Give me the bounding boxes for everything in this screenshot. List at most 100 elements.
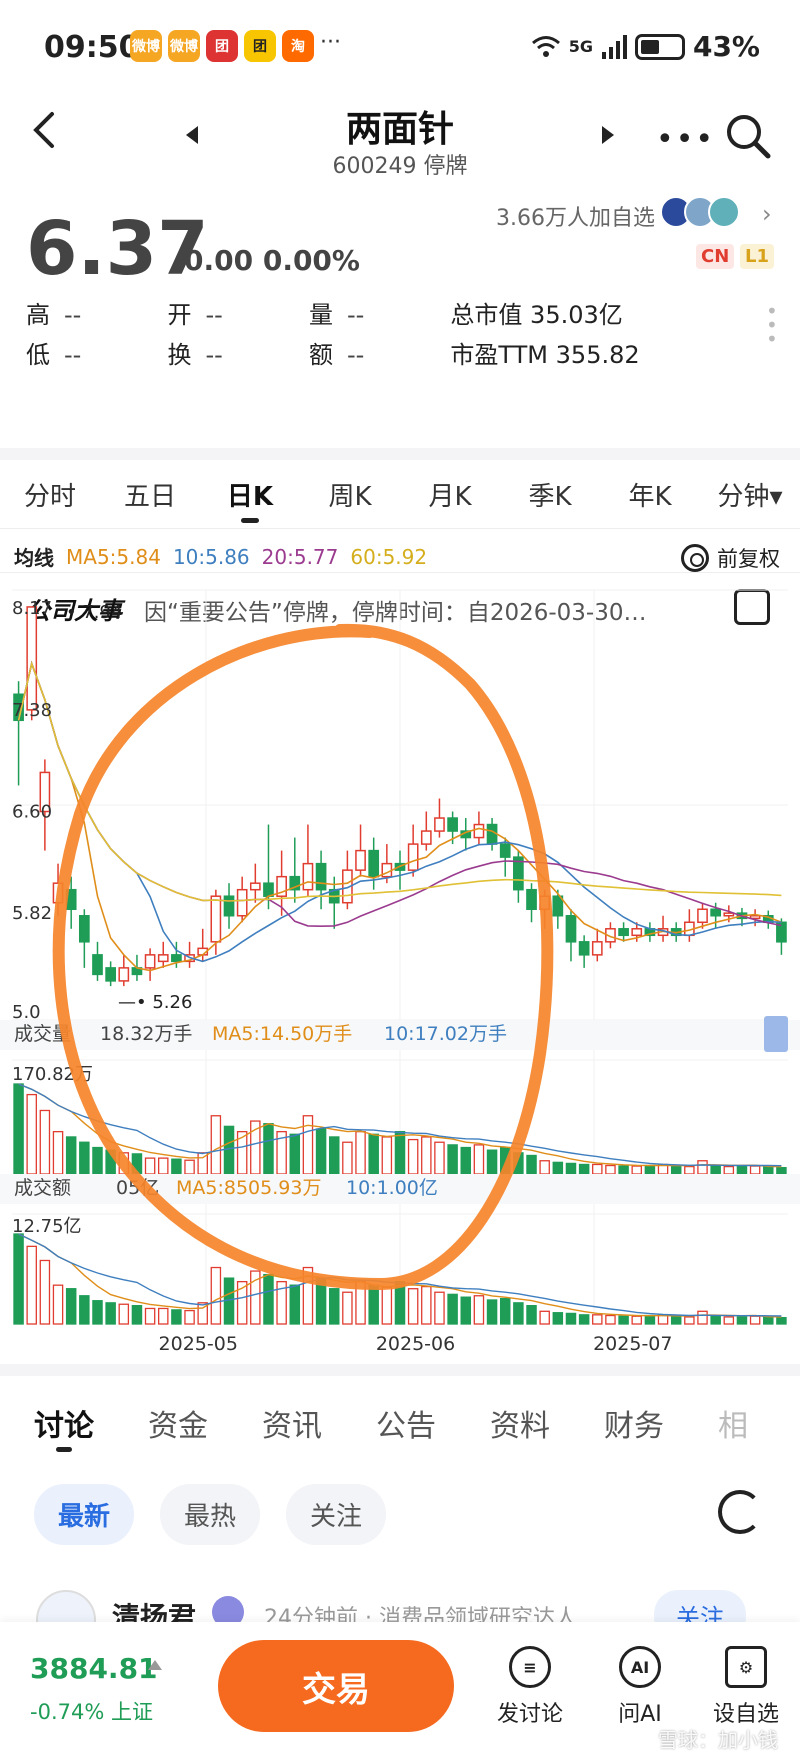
stock-header: 两面针 600249 停牌 ••• bbox=[0, 92, 800, 182]
candle-body bbox=[78, 915, 90, 943]
candle-body bbox=[315, 862, 327, 891]
amount-bar bbox=[144, 1307, 156, 1325]
collapse-tab bbox=[764, 1016, 788, 1052]
high-marker-label: • 7.94 bbox=[66, 602, 122, 623]
follow-button[interactable]: 关注 bbox=[654, 1590, 746, 1626]
tab-announcements[interactable]: 公告 bbox=[376, 1401, 436, 1445]
x-axis-label: 2025-05 bbox=[159, 1333, 238, 1354]
stat-label: 低 bbox=[26, 340, 50, 369]
more-icon[interactable]: ••• bbox=[656, 122, 715, 157]
candle-body bbox=[486, 823, 498, 845]
signal-icon bbox=[601, 34, 627, 59]
volume-bar bbox=[39, 1109, 51, 1175]
ma-label: 均线 bbox=[14, 546, 54, 570]
tab-minute[interactable]: 分钟▾ bbox=[700, 476, 800, 513]
search-icon[interactable] bbox=[724, 112, 772, 160]
ma5-value: MA5:5.84 bbox=[66, 544, 161, 569]
tab-news[interactable]: 资讯 bbox=[262, 1401, 322, 1445]
amount-bar bbox=[565, 1312, 577, 1325]
amount-bar bbox=[592, 1314, 603, 1325]
ask-ai-button[interactable]: AI 问AI bbox=[598, 1646, 682, 1728]
index-change[interactable]: -0.74% 上证 bbox=[30, 1696, 153, 1726]
comment-icon: ≡ bbox=[509, 1646, 551, 1688]
volume-bar bbox=[315, 1128, 327, 1175]
tab-yearly-k[interactable]: 年K bbox=[600, 476, 700, 513]
volume-bar bbox=[460, 1146, 472, 1175]
tab-weekly-k[interactable]: 周K bbox=[300, 476, 400, 513]
amount-bar bbox=[118, 1303, 130, 1325]
ma10-value: 10:5.86 bbox=[172, 544, 250, 569]
filter-latest[interactable]: 最新 bbox=[34, 1484, 135, 1545]
tab-quarterly-k[interactable]: 季K bbox=[500, 476, 600, 513]
tab-profile[interactable]: 资料 bbox=[490, 1401, 550, 1445]
candle-body bbox=[355, 849, 366, 871]
stat-label: 市盈TTM bbox=[450, 340, 549, 369]
amount-bar bbox=[434, 1291, 445, 1325]
kline-svg[interactable]: 8.17 • 7.947.386.605.82—• 5.265.0成交量 18.32… bbox=[0, 584, 800, 1354]
candle-body bbox=[302, 862, 314, 891]
adjust-button[interactable]: 前复权 bbox=[681, 543, 780, 573]
kline-chart[interactable]: 8.17 • 7.94 7.38 6.60 5.82 —• 5.26 5.0 成交量 18.32… bbox=[0, 584, 800, 1354]
post-discussion-button[interactable]: ≡ 发讨论 bbox=[488, 1646, 572, 1728]
amount-bar bbox=[684, 1316, 695, 1325]
stat-value: -- bbox=[346, 300, 365, 329]
volume-bar bbox=[565, 1162, 577, 1175]
chevron-right-icon[interactable]: › bbox=[762, 200, 772, 228]
expand-dots-icon[interactable]: • • • bbox=[766, 301, 778, 349]
add-watchlist-button[interactable]: ⚙ 设自选 bbox=[704, 1646, 788, 1728]
amount-bar bbox=[328, 1288, 340, 1325]
tab-daily-k[interactable]: 日K bbox=[200, 476, 300, 523]
volume-bar bbox=[684, 1165, 695, 1175]
volume-bar bbox=[763, 1165, 774, 1175]
ma20-value: 20:5.77 bbox=[261, 544, 339, 569]
follower-avatars[interactable] bbox=[660, 196, 740, 228]
candle-body bbox=[499, 843, 511, 858]
filter-hot[interactable]: 最热 bbox=[160, 1484, 261, 1545]
tab-discussion[interactable]: 讨论 bbox=[34, 1401, 94, 1452]
volume-bar bbox=[210, 1115, 222, 1175]
amount-bar bbox=[39, 1259, 51, 1325]
volume-bar bbox=[736, 1165, 748, 1175]
discussion-filters: 最新 最热 关注 bbox=[34, 1484, 387, 1545]
amount-bar bbox=[473, 1295, 485, 1325]
candle-body bbox=[434, 817, 445, 832]
amount-bar bbox=[263, 1273, 274, 1325]
amount-bar bbox=[644, 1314, 656, 1325]
stat-value: -- bbox=[64, 340, 82, 369]
stat-value: -- bbox=[346, 340, 365, 369]
avatar[interactable] bbox=[36, 1590, 96, 1626]
amount-ma5: MA5:8505.93万 bbox=[176, 1177, 321, 1199]
amount-bar bbox=[763, 1316, 774, 1325]
stat-value: 355.82 bbox=[555, 340, 640, 369]
stat-value: -- bbox=[205, 340, 223, 369]
adjust-label: 前复权 bbox=[717, 547, 780, 571]
content-tabs: 讨论 资金 资讯 公告 资料 财务 相 bbox=[0, 1388, 800, 1458]
follow-count[interactable]: 3.66万人加自选 bbox=[496, 200, 655, 232]
volume-bar bbox=[526, 1154, 537, 1175]
candle-body bbox=[697, 908, 708, 924]
candle-body bbox=[618, 928, 629, 937]
volume-bar bbox=[447, 1144, 458, 1175]
tab-fenshi[interactable]: 分时 bbox=[0, 476, 100, 513]
tab-funds[interactable]: 资金 bbox=[148, 1401, 208, 1445]
low-marker-label: —• 5.26 bbox=[118, 992, 192, 1013]
post-item[interactable]: 清扬君 24分钟前 · 消费品领域研究达人 关注 bbox=[0, 1586, 800, 1626]
trade-button[interactable]: 交易 bbox=[218, 1640, 454, 1732]
tab-finance[interactable]: 财务 bbox=[604, 1401, 664, 1445]
next-stock-icon[interactable] bbox=[602, 126, 614, 144]
price-tick-label: 5.0 bbox=[12, 1002, 41, 1023]
tab-monthly-k[interactable]: 月K bbox=[400, 476, 500, 513]
section-divider bbox=[0, 1364, 800, 1376]
volume-ma10: 10:17.02万手 bbox=[384, 1023, 507, 1045]
index-value[interactable]: 3884.81 bbox=[30, 1652, 158, 1685]
tab-related[interactable]: 相 bbox=[718, 1401, 748, 1445]
refresh-icon[interactable] bbox=[718, 1490, 762, 1534]
status-app-icons: 微博 微博 团 团 淘 bbox=[130, 30, 314, 62]
volume-bar bbox=[381, 1136, 393, 1175]
tab-5day[interactable]: 五日 bbox=[100, 476, 200, 513]
candle-body bbox=[223, 895, 235, 917]
amount-bar bbox=[552, 1312, 564, 1325]
filter-following[interactable]: 关注 bbox=[286, 1484, 387, 1545]
amount-bar bbox=[407, 1288, 419, 1325]
candle-body bbox=[447, 817, 458, 832]
